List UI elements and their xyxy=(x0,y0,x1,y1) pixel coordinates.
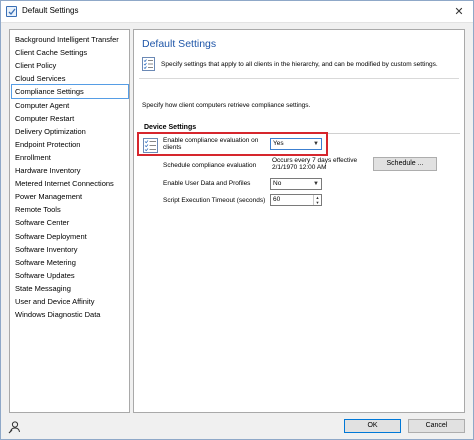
sidebar-item-metered-internet-connections[interactable]: Metered Internet Connections xyxy=(12,177,128,190)
sidebar-item-computer-agent[interactable]: Computer Agent xyxy=(12,99,128,112)
script-timeout-label: Script Execution Timeout (seconds) xyxy=(163,197,266,204)
window-title: Default Settings xyxy=(22,6,79,15)
sidebar-item-cloud-services[interactable]: Cloud Services xyxy=(12,72,128,85)
chevron-down-icon: ▼ xyxy=(313,181,319,187)
panel-description: Specify settings that apply to all clien… xyxy=(161,61,438,68)
user-search-icon xyxy=(8,420,22,434)
schedule-value-line1: Occurs every 7 days effective xyxy=(272,157,358,164)
settings-window-icon xyxy=(6,6,17,17)
sidebar-item-delivery-optimization[interactable]: Delivery Optimization xyxy=(12,125,128,138)
checklist-icon xyxy=(142,57,155,71)
script-timeout-value: 60 xyxy=(273,196,281,203)
sidebar-item-software-inventory[interactable]: Software Inventory xyxy=(12,243,128,256)
sidebar-item-computer-restart[interactable]: Computer Restart xyxy=(12,112,128,125)
ok-button[interactable]: OK xyxy=(344,419,401,433)
schedule-label: Schedule compliance evaluation xyxy=(163,162,257,169)
divider xyxy=(139,78,459,79)
schedule-button[interactable]: Schedule ... xyxy=(373,157,437,171)
section-instruction: Specify how client computers retrieve co… xyxy=(142,102,311,109)
sidebar-item-client-policy[interactable]: Client Policy xyxy=(12,59,128,72)
sidebar-item-background-intelligent-transfer[interactable]: Background Intelligent Transfer xyxy=(12,33,128,46)
cancel-button[interactable]: Cancel xyxy=(408,419,465,433)
sidebar-item-power-management[interactable]: Power Management xyxy=(12,190,128,203)
enable-compliance-label: Enable compliance evaluation on clients xyxy=(163,137,259,151)
enable-compliance-value: Yes xyxy=(273,140,284,147)
close-button[interactable]: ✕ xyxy=(451,4,467,20)
enable-compliance-dropdown[interactable]: Yes ▼ xyxy=(270,138,322,150)
sidebar-item-hardware-inventory[interactable]: Hardware Inventory xyxy=(12,164,128,177)
sidebar-item-enrollment[interactable]: Enrollment xyxy=(12,151,128,164)
sidebar-item-software-updates[interactable]: Software Updates xyxy=(12,269,128,282)
sidebar-item-endpoint-protection[interactable]: Endpoint Protection xyxy=(12,138,128,151)
enable-user-data-value: No xyxy=(273,180,282,187)
device-settings-heading: Device Settings xyxy=(144,124,197,131)
spin-arrows-icon[interactable]: ▲ ▼ xyxy=(313,195,321,205)
panel-title: Default Settings xyxy=(142,38,217,50)
chevron-down-icon: ▼ xyxy=(313,141,319,147)
sidebar-item-software-center[interactable]: Software Center xyxy=(12,216,128,229)
sidebar-item-user-and-device-affinity[interactable]: User and Device Affinity xyxy=(12,295,128,308)
title-bar: Default Settings ✕ xyxy=(1,1,473,23)
sidebar-item-software-deployment[interactable]: Software Deployment xyxy=(12,230,128,243)
enable-user-data-dropdown[interactable]: No ▼ xyxy=(270,178,322,190)
sidebar-item-client-cache-settings[interactable]: Client Cache Settings xyxy=(12,46,128,59)
schedule-value-line2: 2/1/1970 12:00 AM xyxy=(272,164,327,171)
script-timeout-stepper[interactable]: 60 ▲ ▼ xyxy=(270,194,322,206)
checklist-icon xyxy=(143,138,158,153)
settings-panel: Default Settings Specify settings that a… xyxy=(133,29,465,413)
sidebar-item-windows-diagnostic-data[interactable]: Windows Diagnostic Data xyxy=(12,308,128,321)
sidebar-item-software-metering[interactable]: Software Metering xyxy=(12,256,128,269)
sidebar-item-compliance-settings[interactable]: Compliance Settings xyxy=(11,84,129,100)
enable-user-data-label: Enable User Data and Profiles xyxy=(163,180,251,187)
sidebar-item-state-messaging[interactable]: State Messaging xyxy=(12,282,128,295)
sidebar-item-remote-tools[interactable]: Remote Tools xyxy=(12,203,128,216)
settings-window: Default Settings ✕ Background Intelligen… xyxy=(0,0,474,440)
settings-category-list: Background Intelligent Transfer Client Ca… xyxy=(9,29,130,413)
